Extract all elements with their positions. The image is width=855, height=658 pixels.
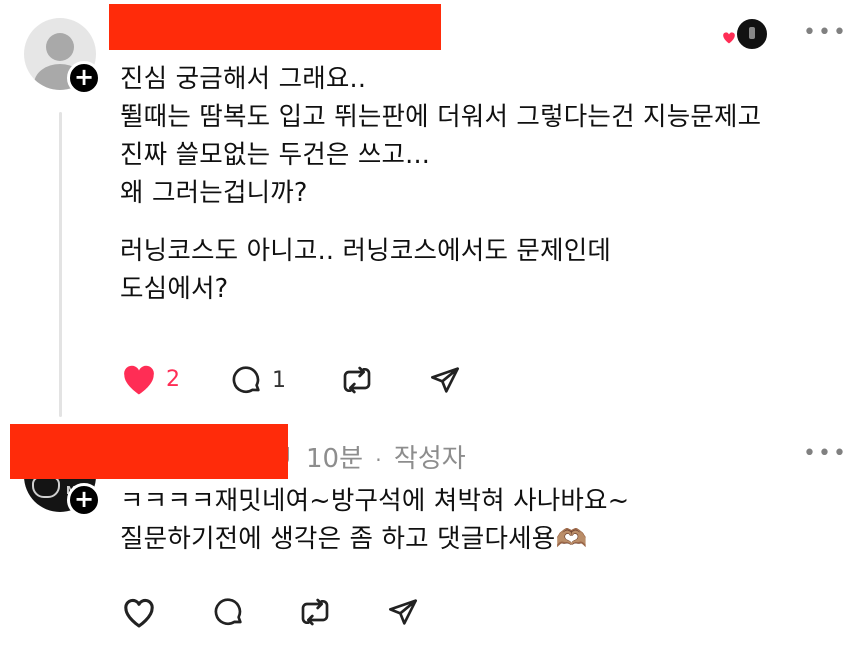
liker-avatar <box>735 17 769 51</box>
more-dots-icon: ••• <box>803 20 848 45</box>
post-body: 진심 궁금해서 그래요.. 뛸때는 땀복도 입고 뛰는판에 더워서 그렇다는건 … <box>120 60 761 308</box>
like-count: 2 <box>166 366 180 392</box>
thread-connector-line <box>59 112 62 417</box>
default-avatar-head <box>46 33 74 61</box>
post-line: 왜 그러는겁니까? <box>120 178 308 208</box>
reply-button[interactable] <box>212 596 246 632</box>
repost-icon <box>301 598 329 626</box>
share-button[interactable] <box>386 596 420 632</box>
reply-meta: 10분 · 작성자 <box>306 438 466 475</box>
send-icon <box>431 367 459 393</box>
liked-by-avatars[interactable] <box>719 17 769 51</box>
reply-line: ㅋㅋㅋㅋ재밋네여~방구석에 쳐박혀 사나바요~ <box>120 486 630 516</box>
meta-separator: · <box>375 448 382 472</box>
follow-plus-icon[interactable]: + <box>67 61 101 95</box>
reply-line: 질문하기전에 생각은 좀 하고 댓글다세용🫶🏽 <box>120 524 588 554</box>
reply-button[interactable]: 1 <box>230 364 286 396</box>
repost-icon <box>343 366 371 394</box>
reply-body: ㅋㅋㅋㅋ재밋네여~방구석에 쳐박혀 사나바요~ 질문하기전에 생각은 좀 하고 … <box>120 482 629 558</box>
comment-bubble-icon <box>232 366 260 394</box>
more-options-button[interactable]: ••• <box>803 443 848 465</box>
author-badge: 작성자 <box>393 444 466 474</box>
reply-time: 10분 <box>306 444 364 474</box>
redacted-username <box>10 424 288 479</box>
comment-bubble-icon <box>214 598 242 626</box>
avatar-art <box>32 476 60 498</box>
heart-outline-icon <box>124 598 154 628</box>
more-options-button[interactable]: ••• <box>803 22 848 44</box>
reply-count: 1 <box>272 367 286 393</box>
heart-icon <box>124 365 154 395</box>
share-button[interactable] <box>428 364 462 400</box>
post-line: 진짜 쓸모없는 두건은 쓰고... <box>120 140 431 170</box>
more-dots-icon: ••• <box>803 441 848 466</box>
redacted-username <box>109 4 441 50</box>
follow-plus-icon[interactable]: + <box>67 483 101 517</box>
like-button[interactable]: 2 <box>120 362 180 396</box>
repost-button[interactable] <box>298 596 332 632</box>
post-line: 뛸때는 땀복도 입고 뛰는판에 더워서 그렇다는건 지능문제고 <box>120 102 762 132</box>
like-button[interactable] <box>120 595 158 633</box>
repost-button[interactable] <box>340 364 374 400</box>
post-line: 진심 궁금해서 그래요.. <box>120 64 367 94</box>
post-line: 러닝코스도 아니고.. 러닝코스에서도 문제인데 <box>120 236 612 266</box>
post-line: 도심에서? <box>120 274 229 304</box>
send-icon <box>389 599 417 625</box>
